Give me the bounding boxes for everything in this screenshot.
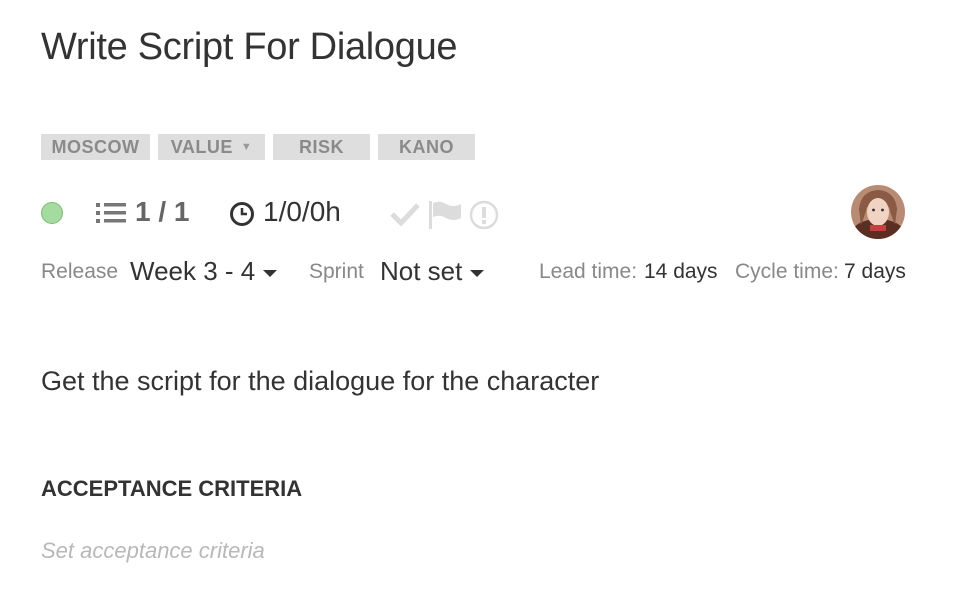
story-description[interactable]: Get the script for the dialogue for the … xyxy=(41,366,599,397)
caret-down-icon: ▼ xyxy=(240,141,253,153)
cycle-time-value: 7 days xyxy=(844,260,906,283)
tasks-count[interactable]: 1 / 1 xyxy=(135,196,189,228)
status-row: 1 / 1 1/0/0h xyxy=(41,185,911,239)
sprint-dropdown[interactable]: Not set xyxy=(380,256,485,287)
tag-bar: MOSCOW VALUE ▼ RISK KANO xyxy=(41,134,475,160)
acceptance-criteria-input[interactable]: Set acceptance criteria xyxy=(41,538,265,564)
tag-risk[interactable]: RISK xyxy=(273,134,370,160)
tag-value-dropdown[interactable]: VALUE ▼ xyxy=(158,134,265,160)
cycle-time-label: Cycle time: xyxy=(735,260,839,283)
check-icon[interactable] xyxy=(390,202,420,226)
clock-icon xyxy=(230,202,254,226)
time-tracking-value[interactable]: 1/0/0h xyxy=(263,196,341,228)
alert-icon[interactable] xyxy=(469,200,499,230)
release-label: Release xyxy=(41,260,119,283)
caret-down-icon xyxy=(470,269,485,277)
flag-icon[interactable] xyxy=(428,200,462,230)
sprint-value: Not set xyxy=(380,256,463,286)
release-value: Week 3 - 4 xyxy=(130,256,256,286)
sprint-label: Sprint xyxy=(309,260,364,283)
tag-kano-label: KANO xyxy=(399,136,454,157)
acceptance-criteria-heading: ACCEPTANCE CRITERIA xyxy=(41,476,303,501)
tag-moscow-label: MOSCOW xyxy=(51,136,140,157)
tag-value-label: VALUE xyxy=(170,136,233,157)
meta-row: Release Week 3 - 4 Sprint Not set Lead t… xyxy=(41,256,921,288)
status-dot[interactable] xyxy=(41,202,63,224)
lead-time-label: Lead time: xyxy=(539,260,638,283)
tag-moscow[interactable]: MOSCOW xyxy=(41,134,150,160)
tag-risk-label: RISK xyxy=(298,136,344,157)
task-list-icon[interactable] xyxy=(96,201,126,225)
assignee-avatar[interactable] xyxy=(851,185,905,239)
release-dropdown[interactable]: Week 3 - 4 xyxy=(130,256,278,287)
caret-down-icon xyxy=(263,269,278,277)
lead-time-value: 14 days xyxy=(644,260,718,283)
tag-kano[interactable]: KANO xyxy=(378,134,475,160)
story-title[interactable]: Write Script For Dialogue xyxy=(41,26,458,69)
